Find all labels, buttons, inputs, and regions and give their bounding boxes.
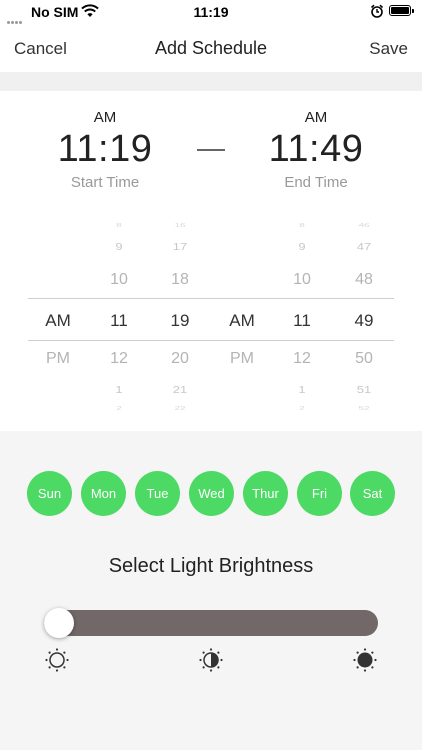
day-selector: Sun Mon Tue Wed Thur Fri Sat <box>27 471 399 517</box>
day-toggle-wed[interactable]: Wed <box>189 471 234 516</box>
wheel-item[interactable]: 16 <box>160 222 200 228</box>
section-divider <box>0 72 422 91</box>
end-ampm-label: AM <box>304 109 328 126</box>
wheel-item-selected[interactable]: 19 <box>160 311 200 331</box>
day-toggle-fri[interactable]: Fri <box>297 471 342 516</box>
wheel-item[interactable]: 1 <box>282 384 322 396</box>
picker-selection-bottom-line <box>28 340 394 341</box>
alarm-icon <box>370 4 384 21</box>
wheel-item[interactable]: 51 <box>344 384 384 396</box>
end-time-label: End Time <box>284 174 348 191</box>
day-toggle-sat[interactable]: Sat <box>350 471 395 516</box>
wheel-item[interactable]: 2 <box>282 405 322 411</box>
day-toggle-tue[interactable]: Tue <box>135 471 180 516</box>
wheel-item-selected[interactable]: AM <box>222 311 262 331</box>
wheel-item[interactable]: 10 <box>99 271 139 289</box>
wheel-item[interactable]: 22 <box>160 405 200 411</box>
wheel-item-selected[interactable]: AM <box>38 311 78 331</box>
brightness-low-icon <box>44 647 70 673</box>
wheel-item[interactable]: PM <box>222 350 262 368</box>
wheel-item[interactable]: 47 <box>344 241 384 253</box>
page-title: Add Schedule <box>154 38 268 58</box>
end-time-value: 11:49 <box>268 128 364 170</box>
brightness-title: Select Light Brightness <box>108 555 314 577</box>
day-toggle-mon[interactable]: Mon <box>81 471 126 516</box>
start-time-summary: AM 11:19 Start Time <box>25 109 185 191</box>
wheel-item[interactable]: 48 <box>344 271 384 289</box>
day-toggle-thur[interactable]: Thur <box>243 471 288 516</box>
day-toggle-sun[interactable]: Sun <box>27 471 72 516</box>
wheel-item-selected[interactable]: 11 <box>282 311 322 331</box>
wheel-item[interactable]: 20 <box>160 350 200 368</box>
brightness-slider-track[interactable] <box>44 610 378 636</box>
start-time-label: Start Time <box>70 174 140 191</box>
wheel-item[interactable]: 46 <box>344 222 384 228</box>
wheel-item[interactable]: 50 <box>344 350 384 368</box>
save-button[interactable]: Save <box>369 39 408 59</box>
brightness-high-icon <box>352 647 378 673</box>
battery-icon <box>389 5 414 16</box>
wheel-item[interactable]: 52 <box>344 405 384 411</box>
wheel-item[interactable]: 17 <box>160 241 200 253</box>
wheel-item[interactable]: 8 <box>99 222 139 228</box>
wheel-item[interactable]: 18 <box>160 271 200 289</box>
wheel-item[interactable]: PM <box>38 350 78 368</box>
wheel-item-selected[interactable]: 11 <box>99 311 139 331</box>
wheel-item[interactable]: 1 <box>99 384 139 396</box>
wheel-item[interactable]: 21 <box>160 384 200 396</box>
wheel-item-selected[interactable]: 49 <box>344 311 384 331</box>
end-time-summary: AM 11:49 End Time <box>236 109 396 191</box>
wheel-item[interactable]: 12 <box>99 350 139 368</box>
time-range-dash <box>197 149 225 151</box>
wheel-item[interactable]: 8 <box>282 222 322 228</box>
wheel-item[interactable]: 10 <box>282 271 322 289</box>
brightness-slider-thumb[interactable] <box>44 608 74 638</box>
wheel-item[interactable]: 9 <box>99 241 139 253</box>
brightness-half-icon <box>198 647 224 673</box>
wheel-item[interactable]: 9 <box>282 241 322 253</box>
nav-bar: Cancel Add Schedule Save <box>0 24 422 72</box>
picker-selection-top-line <box>28 298 394 299</box>
wheel-item[interactable]: 2 <box>99 405 139 411</box>
time-picker-card: AM 11:19 Start Time AM 11:49 End Time AM… <box>0 91 422 431</box>
status-time: 11:19 <box>193 4 229 20</box>
status-bar: No SIM 11:19 <box>0 0 422 24</box>
start-ampm-label: AM <box>93 109 117 126</box>
start-time-value: 11:19 <box>57 128 153 170</box>
wheel-item[interactable]: 12 <box>282 350 322 368</box>
